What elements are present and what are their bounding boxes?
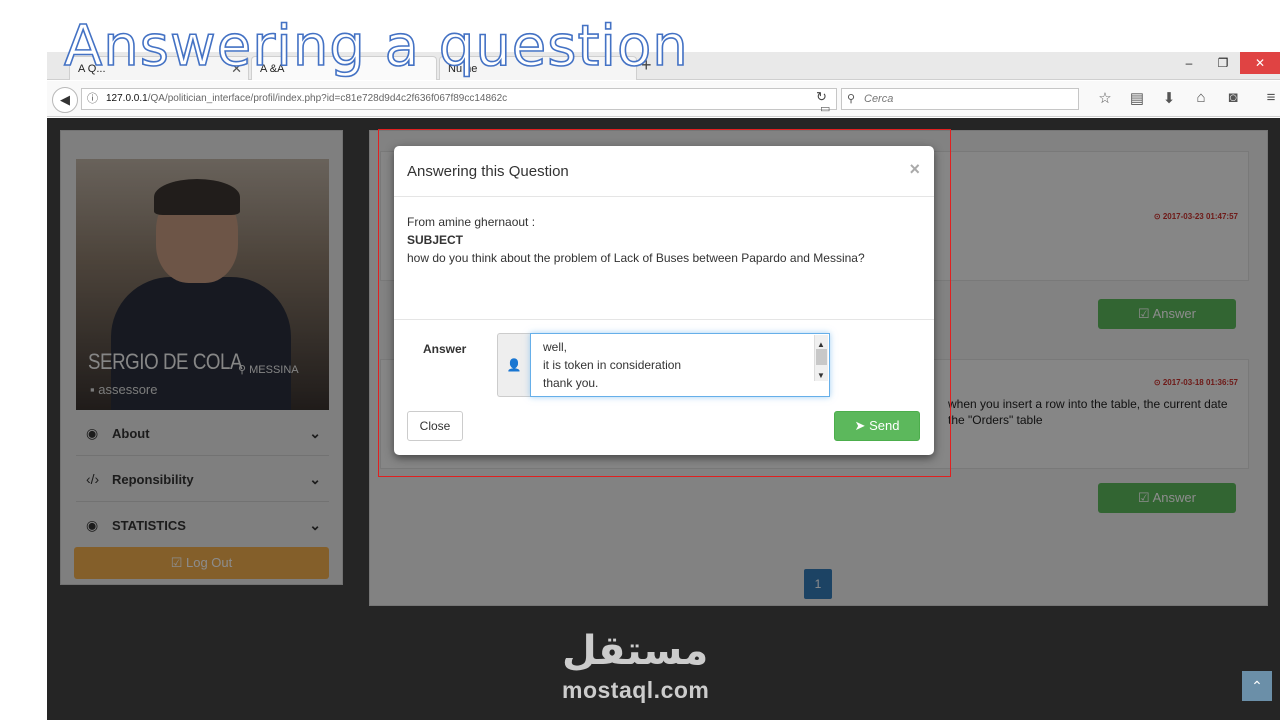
mostaql-logo-text: mostaql.com [562,677,710,703]
download-icon[interactable]: ⬇ [1153,89,1185,107]
scroll-thumb[interactable] [816,349,827,365]
minimize-button[interactable]: – [1172,52,1206,74]
send-button[interactable]: ➤ Send [834,411,920,441]
answer-textarea[interactable]: well, it is token in consideration thank… [530,333,830,397]
modal-divider [394,319,934,320]
window-controls: – ❐ ✕ [1172,52,1280,74]
answer-modal: Answering this Question × From amine ghe… [394,146,934,455]
search-icon: ⚲ [847,93,856,105]
close-button[interactable]: Close [407,411,463,441]
modal-header: Answering this Question × [394,146,934,197]
hamburger-menu-icon[interactable]: ≡ [1255,89,1280,107]
subject-label: SUBJECT [407,233,464,247]
search-input[interactable]: ⚲ Cerca [841,88,1079,110]
answer-label: Answer [423,342,467,356]
scroll-down-icon[interactable]: ▼ [817,367,825,385]
question-text: how do you think about the problem of La… [407,251,865,265]
mostaql-logo: مستقل [562,628,709,674]
star-icon[interactable]: ☆ [1089,89,1121,107]
textarea-scrollbar[interactable]: ▲ ▼ [814,335,828,381]
pocket-icon[interactable]: ◙ [1217,89,1249,107]
question-from: From amine ghernaout : [407,215,536,229]
paper-plane-icon: ➤ [854,418,866,433]
scroll-to-top-button[interactable]: ⌃ [1242,671,1272,701]
info-icon[interactable]: ⓘ [87,89,98,109]
user-icon: 👤 [497,333,530,397]
slide: Answering a question A Q... ✕ A &A Nu he… [0,0,1280,720]
modal-title: Answering this Question [407,163,569,180]
restore-button[interactable]: ❐ [1206,52,1240,74]
answer-line: it is token in consideration [543,358,682,372]
url-host: 127.0.0.1 [106,93,148,104]
url-path: /QA/politician_interface/profil/index.ph… [147,93,508,104]
close-icon[interactable]: × [909,159,920,180]
modal-body: From amine ghernaout : SUBJECT how do yo… [407,213,865,267]
toolbar-icons: ☆ ▤ ⬇ ⌂ ◙ ≡ [1089,89,1280,107]
search-placeholder: Cerca [864,93,894,105]
arrow-left-icon: ◀ [60,92,70,107]
slide-title: Answering a question [63,13,689,80]
send-label: Send [869,418,900,433]
url-bar[interactable]: ⓘ 127.0.0.1/QA/politician_interface/prof… [81,88,837,115]
browser-nav-bar: ◀ ⓘ 127.0.0.1/QA/politician_interface/pr… [47,81,1280,117]
home-icon[interactable]: ⌂ [1185,89,1217,107]
close-window-button[interactable]: ✕ [1240,52,1280,74]
library-icon[interactable]: ▤ [1121,89,1153,107]
reload-icon[interactable]: ↻ [816,89,827,105]
back-button[interactable]: ◀ [52,87,78,113]
answer-line: well, [543,340,568,354]
chevron-up-icon: ⌃ [1251,678,1263,694]
answer-line: thank you. [543,376,599,390]
